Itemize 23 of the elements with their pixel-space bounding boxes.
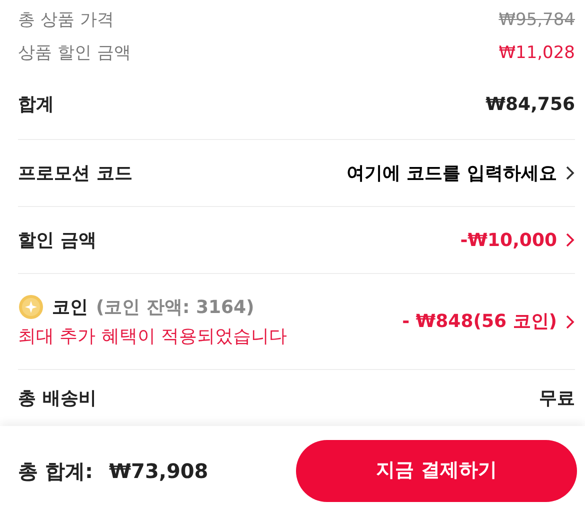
row-value-link[interactable]: -₩10,000 [460, 226, 575, 254]
chevron-icon [565, 166, 575, 180]
coin-value-link[interactable]: - ₩848(56 코인) [402, 308, 575, 335]
price-label: 총 상품 가격 [18, 8, 114, 32]
pay-now-button[interactable]: 지금 결제하기 [296, 440, 577, 502]
coin-icon [18, 294, 44, 320]
row-label: 할인 금액 [18, 228, 96, 252]
subtotal-label: 합계 [18, 93, 54, 117]
subtotal-value: ₩84,756 [486, 93, 575, 117]
total-label: 총 합계: [18, 458, 93, 484]
price-label: 상품 할인 금액 [18, 42, 131, 65]
row-label: 프로모션 코드 [18, 162, 132, 186]
shipping-value: 무료 [539, 386, 575, 410]
price-value: ₩11,028 [498, 42, 575, 65]
coin-label: 코인 [52, 296, 88, 320]
shipping-label: 총 배송비 [18, 386, 96, 410]
chevron-icon [565, 314, 575, 328]
row-value-link[interactable]: 여기에 코드를 입력하세요 [346, 160, 575, 186]
chevron-icon [565, 233, 575, 247]
total-value: ₩73,908 [108, 458, 208, 484]
coin-balance: (코인 잔액: 3164) [96, 296, 254, 320]
benefit-note: 최대 추가 혜택이 적용되었습니다 [18, 324, 288, 348]
price-value: ₩95,784 [498, 8, 575, 32]
